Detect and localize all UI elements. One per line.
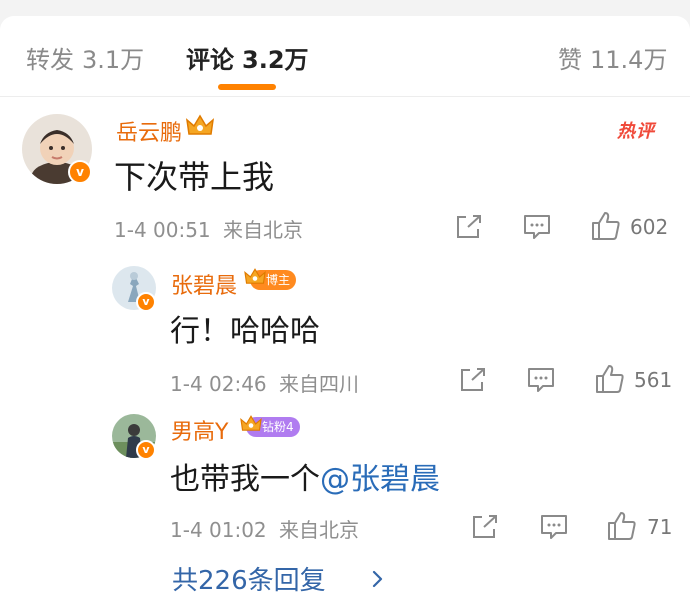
reply-meta: 1-4 02:46 来自四川	[170, 368, 359, 397]
tab-like-count: 11.4万	[590, 46, 668, 74]
crown-icon	[186, 114, 214, 135]
tab-repost-label: 转发	[26, 46, 74, 74]
comment-text: 下次带上我	[114, 158, 275, 196]
share-icon[interactable]	[471, 514, 499, 540]
reply-text: 也带我一个	[170, 462, 320, 497]
comment-meta: 1-4 00:51 来自北京	[114, 214, 303, 243]
reply-time: 1-4 01:02	[170, 518, 267, 542]
tab-divider	[0, 96, 690, 97]
verified-badge: v	[136, 440, 156, 460]
tab-bar: 转发 3.1万 评论 3.2万 赞 11.4万	[0, 16, 690, 96]
reply-time: 1-4 02:46	[170, 372, 267, 396]
verified-badge: v	[68, 160, 92, 184]
thumbs-up-icon[interactable]	[595, 364, 625, 394]
tab-repost-count: 3.1万	[82, 46, 145, 74]
reply-username[interactable]: 男高Y	[171, 414, 228, 446]
share-icon[interactable]	[455, 214, 483, 240]
tab-comment-count: 3.2万	[242, 46, 309, 74]
comment-icon[interactable]	[527, 367, 555, 393]
like-count: 602	[630, 215, 669, 239]
reply-location: 来自四川	[279, 372, 360, 396]
verified-badge: v	[136, 292, 156, 312]
reply-meta: 1-4 01:02 来自北京	[170, 514, 359, 543]
crown-icon	[240, 415, 262, 431]
crown-icon	[244, 268, 266, 284]
reply-location: 来自北京	[279, 518, 360, 542]
tab-comment[interactable]: 评论 3.2万	[186, 40, 309, 75]
tab-like-label: 赞	[558, 46, 582, 74]
mention-link[interactable]: @张碧晨	[320, 462, 440, 497]
tab-like[interactable]: 赞 11.4万	[558, 40, 667, 75]
comment-icon[interactable]	[523, 214, 551, 240]
thumbs-up-icon[interactable]	[607, 511, 637, 541]
reply-text-line: 也带我一个@张碧晨	[170, 454, 440, 498]
comment-icon[interactable]	[540, 514, 568, 540]
share-icon[interactable]	[459, 367, 487, 393]
reply-username[interactable]: 张碧晨	[171, 268, 237, 300]
comment-time: 1-4 00:51	[114, 218, 211, 242]
tab-repost[interactable]: 转发 3.1万	[26, 40, 144, 75]
chevron-right-icon[interactable]	[372, 570, 384, 588]
like-count: 561	[634, 368, 673, 392]
hot-comment-badge: 热评	[617, 121, 655, 142]
more-replies-link[interactable]: 共226条回复	[172, 560, 326, 597]
thumbs-up-icon[interactable]	[591, 211, 621, 241]
active-tab-indicator	[218, 84, 276, 90]
comment-username[interactable]: 岳云鹏	[116, 115, 182, 147]
reply-text: 行！哈哈哈	[170, 314, 320, 349]
comment-location: 来自北京	[223, 218, 304, 242]
tab-comment-label: 评论	[186, 46, 234, 74]
like-count: 71	[647, 515, 673, 539]
